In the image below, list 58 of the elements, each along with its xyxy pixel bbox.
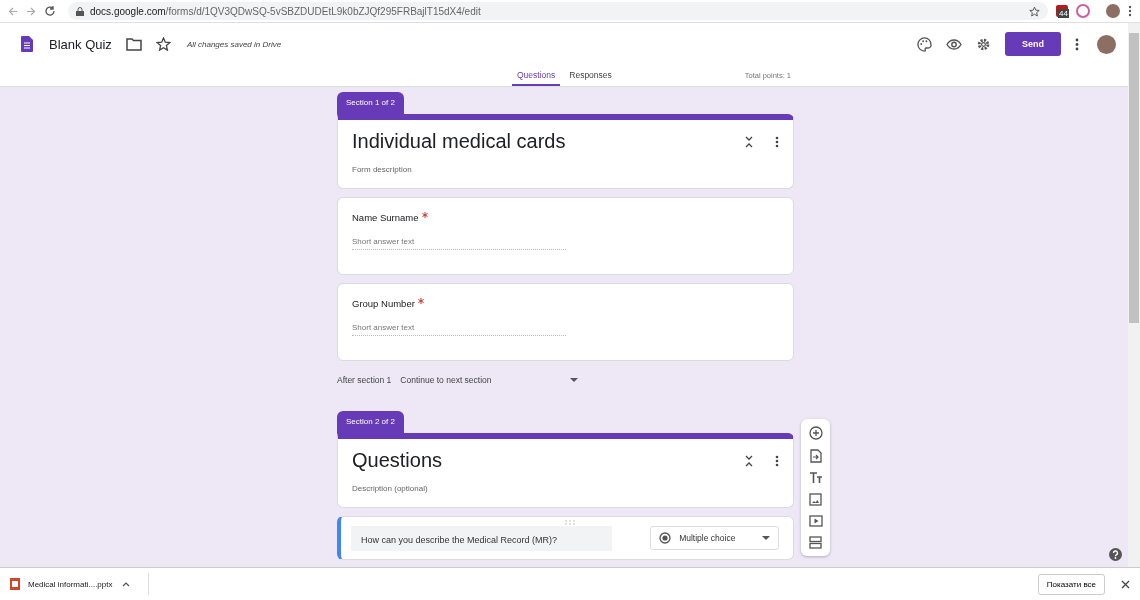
forms-logo-icon[interactable] [21,36,33,52]
caret-icon [762,536,770,540]
radio-icon [659,532,672,544]
help-icon[interactable] [1109,548,1122,561]
close-icon[interactable] [1121,579,1130,589]
folder-icon[interactable] [125,37,142,51]
download-item[interactable]: Medical informati....pptx [10,578,113,590]
question-card[interactable]: How can you describe the Medical Record (MR)? Multiple choice [337,516,794,560]
short-answer-field: Short answer text [352,323,566,336]
question-title: Group Number [352,298,415,309]
question-card[interactable]: Group Number Short answer text [337,283,794,361]
video-icon[interactable] [808,515,823,527]
reload-icon[interactable] [44,5,56,17]
settings-icon[interactable] [976,36,991,52]
browser-menu-icon[interactable] [1128,5,1132,17]
add-section-icon[interactable] [809,536,822,549]
more-options-icon[interactable] [775,135,779,148]
save-status: All changes saved in Drive [186,39,282,49]
question-card[interactable]: Name Surname Short answer text [337,197,794,275]
after-section-label: After section 1 [337,375,392,385]
show-all-button[interactable]: Показати все [1037,573,1105,595]
section-navigation-dropdown[interactable]: Continue to next section [400,375,579,385]
drag-handle-icon[interactable] [565,520,575,525]
bookmark-star-icon[interactable] [1029,5,1040,17]
form-title[interactable]: Blank Quiz [49,36,112,52]
question-input[interactable]: How can you describe the Medical Record (MR)? [351,526,613,551]
section-card[interactable]: Questions Description (optional) [337,433,794,508]
more-options-icon[interactable] [775,454,779,467]
send-button[interactable]: Send [1005,32,1061,56]
section-title[interactable]: Individual medical cards [352,130,723,153]
add-question-icon[interactable] [808,426,823,440]
import-questions-icon[interactable] [809,449,822,463]
short-answer-field: Short answer text [352,237,566,250]
tab[interactable]: Responses [564,65,617,86]
lock-icon [76,6,84,16]
more-options-icon[interactable] [1075,37,1079,51]
account-avatar[interactable] [1097,34,1116,54]
collapse-icon[interactable] [745,454,753,467]
palette-icon[interactable] [917,36,932,52]
scrollbar[interactable] [1128,23,1140,567]
collapse-icon[interactable] [745,135,753,148]
title-text-icon[interactable] [808,472,823,484]
question-type-dropdown[interactable]: Multiple choice [650,526,779,550]
section-title[interactable]: Questions [352,449,723,472]
extension-icon[interactable] [1076,4,1090,18]
address-bar[interactable]: docs.google.com/forms/d/1QV3QDwSQ-5vSBZDUDEtL9k0bZJQf295FRBajlT15dX4/edit [68,2,1048,20]
image-icon[interactable] [809,493,822,506]
caret-icon[interactable] [122,581,131,587]
star-icon[interactable] [155,37,171,51]
profile-avatar[interactable] [1106,4,1120,18]
question-title: Name Surname [352,212,419,223]
file-icon [10,578,20,590]
preview-eye-icon[interactable] [946,38,962,50]
extension-icon[interactable]: 44 [1056,5,1068,17]
caret-icon [570,378,579,382]
description-field[interactable]: Form description [352,165,779,174]
section-card[interactable]: Individual medical cards Form description [337,114,794,189]
description-field[interactable]: Description (optional) [352,484,779,493]
